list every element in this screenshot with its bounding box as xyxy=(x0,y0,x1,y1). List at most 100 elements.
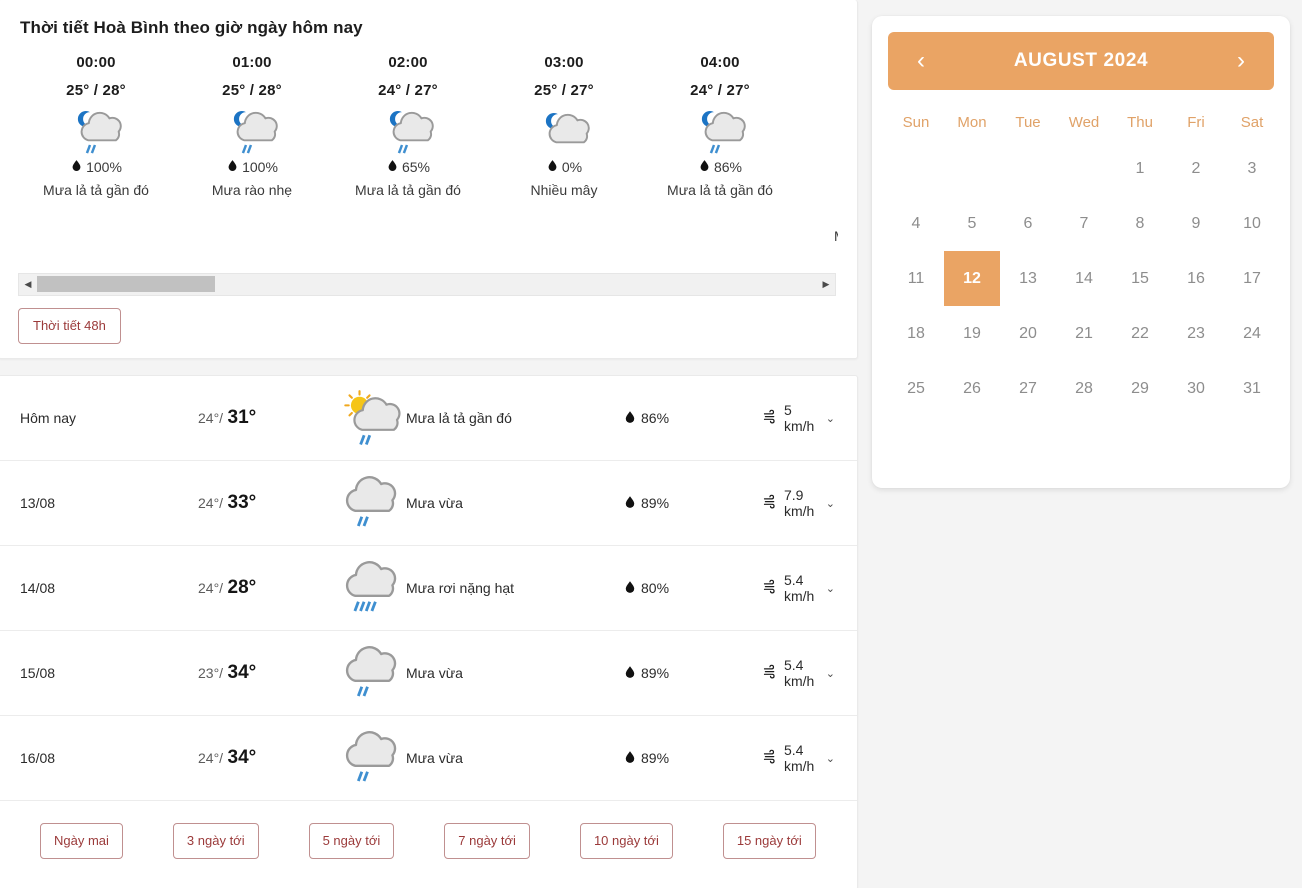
calendar-day[interactable]: 26 xyxy=(944,361,1000,416)
calendar-day[interactable]: 22 xyxy=(1112,306,1168,361)
calendar-day-selected[interactable]: 12 xyxy=(944,251,1000,306)
calendar-prev-month-icon[interactable]: ‹ xyxy=(910,49,932,73)
daily-forecast-row[interactable]: Hôm nay 24°/ 31° Mưa lả tả gần đó 86% 5 … xyxy=(0,376,857,461)
calendar-day[interactable]: 31 xyxy=(1224,361,1280,416)
daily-temperature: 24°/ 33° xyxy=(190,492,338,514)
scroll-right-arrow-icon[interactable]: ▶ xyxy=(817,274,835,295)
daily-forecast-row[interactable]: 15/08 23°/ 34° Mưa vừa 89% 5.4 km/h ⌄ xyxy=(0,631,857,716)
hourly-precipitation: 0% xyxy=(486,159,642,175)
calendar-day[interactable]: 7 xyxy=(1056,196,1112,251)
hourly-scrollbar[interactable]: ◀ ▶ xyxy=(18,273,836,296)
weather-48h-button[interactable]: Thời tiết 48h xyxy=(18,308,121,344)
calendar-day[interactable]: 21 xyxy=(1056,306,1112,361)
daily-rows-container: Hôm nay 24°/ 31° Mưa lả tả gần đó 86% 5 … xyxy=(0,376,857,801)
calendar-day[interactable]: 23 xyxy=(1168,306,1224,361)
moon-cloud-rain-icon xyxy=(18,103,174,157)
calendar-day[interactable]: 15 xyxy=(1112,251,1168,306)
daily-humidity-value: 89% xyxy=(641,750,670,766)
hourly-precipitation: 100% xyxy=(174,159,330,175)
hourly-cutoff-text: M xyxy=(834,228,838,244)
calendar-day[interactable]: 13 xyxy=(1000,251,1056,306)
hourly-description: Mưa lả tả gần đó xyxy=(355,182,461,198)
calendar-cell: 2 xyxy=(1168,141,1224,196)
calendar-cell: 17 xyxy=(1224,251,1280,306)
chevron-down-icon[interactable]: ⌄ xyxy=(826,412,835,425)
forecast-range-button[interactable]: 15 ngày tới xyxy=(722,823,816,859)
calendar-day[interactable]: 16 xyxy=(1168,251,1224,306)
forecast-range-buttons: Ngày mai 3 ngày tới 5 ngày tới 7 ngày tới 10… xyxy=(0,801,857,859)
calendar-day[interactable]: 1 xyxy=(1112,141,1168,196)
forecast-range-button[interactable]: 7 ngày tới xyxy=(444,823,530,859)
daily-low-temp: 23° xyxy=(198,665,220,681)
hourly-item: 04:00 24° / 27° 86% Mưa lả tả gần đó xyxy=(642,38,798,198)
calendar-cell: 14 xyxy=(1056,251,1112,306)
daily-humidity-value: 89% xyxy=(641,665,670,681)
calendar-day[interactable]: 27 xyxy=(1000,361,1056,416)
cloud-heavy-rain-icon xyxy=(338,557,404,619)
calendar-cell: 12 xyxy=(944,251,1000,306)
daily-wind: 5.4 km/h ⌄ xyxy=(763,657,849,689)
calendar-day[interactable]: 25 xyxy=(888,361,944,416)
temp-separator: / xyxy=(219,410,224,426)
daily-wind: 7.9 km/h ⌄ xyxy=(763,487,849,519)
daily-high-temp: 34° xyxy=(227,747,257,768)
temp-separator: / xyxy=(219,580,224,596)
calendar-day[interactable]: 11 xyxy=(888,251,944,306)
forecast-range-button[interactable]: 5 ngày tới xyxy=(308,823,395,859)
calendar-day[interactable]: 9 xyxy=(1168,196,1224,251)
daily-forecast-row[interactable]: 13/08 24°/ 33° Mưa vừa 89% 7.9 km/h ⌄ xyxy=(0,461,857,546)
daily-forecast-row[interactable]: 16/08 24°/ 34° Mưa vừa 89% 5.4 km/h ⌄ xyxy=(0,716,857,801)
calendar-day[interactable]: 10 xyxy=(1224,196,1280,251)
water-drop-icon xyxy=(226,159,239,175)
calendar-day[interactable]: 18 xyxy=(888,306,944,361)
calendar-title: AUGUST 2024 xyxy=(1013,50,1149,71)
calendar-day[interactable]: 14 xyxy=(1056,251,1112,306)
daily-humidity-value: 89% xyxy=(641,495,670,511)
forecast-range-button[interactable]: Ngày mai xyxy=(40,823,123,859)
calendar-cell: 26 xyxy=(944,361,1000,416)
calendar-cell: 20 xyxy=(1000,306,1056,361)
daily-condition: Mưa rơi nặng hạt xyxy=(338,557,613,619)
forecast-range-button[interactable]: 10 ngày tới xyxy=(579,823,673,859)
daily-forecast-row[interactable]: 14/08 24°/ 28° Mưa rơi nặng hạt 80% 5.4 … xyxy=(0,546,857,631)
calendar-cell: 1 xyxy=(1112,141,1168,196)
calendar-cell: 7 xyxy=(1056,196,1112,251)
calendar-day[interactable]: 20 xyxy=(1000,306,1056,361)
temp-separator: / xyxy=(219,665,224,681)
hourly-precipitation-value: 65% xyxy=(401,159,431,175)
chevron-down-icon[interactable]: ⌄ xyxy=(826,497,835,510)
calendar-card: ‹ AUGUST 2024 › Sun Mon Tue Wed Thu Fri Sat 1 2 3… xyxy=(872,16,1290,488)
calendar-day[interactable]: 3 xyxy=(1224,141,1280,196)
scrollbar-thumb[interactable] xyxy=(37,276,215,292)
calendar-cell: 27 xyxy=(1000,361,1056,416)
forecast-range-button[interactable]: 3 ngày tới xyxy=(172,823,259,859)
calendar-day[interactable]: 29 xyxy=(1112,361,1168,416)
calendar-day[interactable]: 5 xyxy=(944,196,1000,251)
wind-icon xyxy=(763,664,778,682)
scrollbar-track[interactable] xyxy=(37,274,817,295)
daily-humidity: 89% xyxy=(613,665,763,682)
daily-temperature: 24°/ 28° xyxy=(190,577,338,599)
hourly-scroll-viewport[interactable]: 00:00 25° / 28° 100% Mưa lả tả gần đó 01:… xyxy=(18,38,837,216)
chevron-down-icon[interactable]: ⌄ xyxy=(826,667,835,680)
chevron-down-icon[interactable]: ⌄ xyxy=(826,582,835,595)
calendar-day[interactable]: 2 xyxy=(1168,141,1224,196)
calendar-cell: 31 xyxy=(1224,361,1280,416)
daily-low-temp: 24° xyxy=(198,580,220,596)
calendar-day[interactable]: 24 xyxy=(1224,306,1280,361)
chevron-down-icon[interactable]: ⌄ xyxy=(826,752,835,765)
calendar-day[interactable]: 6 xyxy=(1000,196,1056,251)
calendar-day[interactable]: 8 xyxy=(1112,196,1168,251)
calendar-day[interactable]: 17 xyxy=(1224,251,1280,306)
scroll-left-arrow-icon[interactable]: ◀ xyxy=(19,274,37,295)
calendar-day[interactable]: 30 xyxy=(1168,361,1224,416)
daily-wind-value: 7.9 km/h xyxy=(784,487,815,519)
calendar-next-month-icon[interactable]: › xyxy=(1230,49,1252,73)
wind-icon xyxy=(763,749,778,767)
hourly-precipitation-value: 100% xyxy=(242,159,278,175)
water-drop-icon xyxy=(623,495,637,512)
calendar-day[interactable]: 4 xyxy=(888,196,944,251)
calendar-empty-cell xyxy=(1056,141,1112,196)
calendar-day[interactable]: 19 xyxy=(944,306,1000,361)
calendar-day[interactable]: 28 xyxy=(1056,361,1112,416)
